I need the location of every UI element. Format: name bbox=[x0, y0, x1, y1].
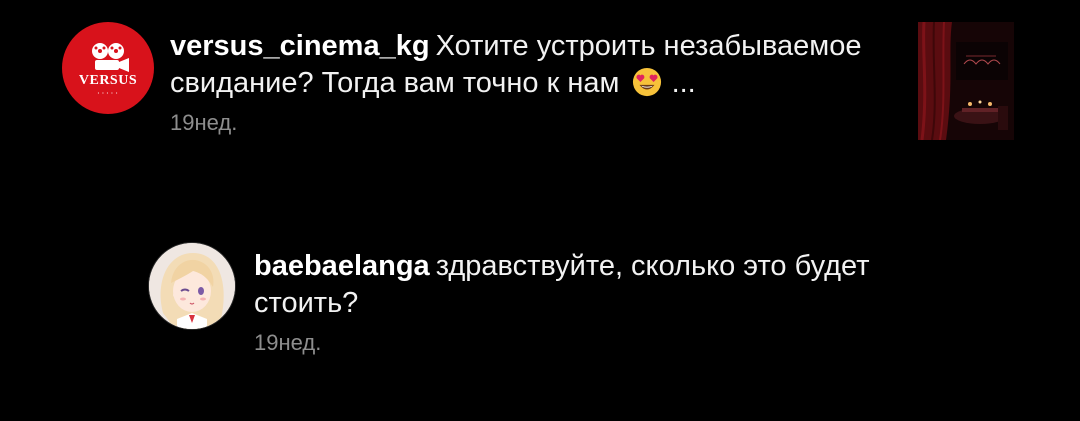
anime-girl-avatar-image bbox=[149, 243, 235, 329]
comment-time: 19нед. bbox=[170, 110, 238, 135]
comment-username[interactable]: baebaelanga bbox=[254, 250, 430, 282]
comment-body: baebaelanga здравствуйте, сколько это буд… bbox=[254, 242, 954, 356]
brand-wordmark: VERSUS bbox=[78, 72, 138, 88]
ellipsis[interactable]: ... bbox=[672, 67, 696, 99]
comment-text: baebaelanga здравствуйте, сколько это буд… bbox=[254, 248, 954, 322]
comment-versus: VERSUS • • • • • versus_cinema_kg Хотите … bbox=[62, 22, 1022, 136]
avatar[interactable]: VERSUS • • • • • bbox=[62, 22, 154, 114]
post-thumbnail[interactable] bbox=[918, 22, 1014, 140]
brand-subline: • • • • • bbox=[97, 89, 119, 95]
post-thumbnail-image bbox=[918, 22, 1014, 140]
comment-baebaelanga: baebaelanga здравствуйте, сколько это буд… bbox=[148, 242, 968, 356]
comment-username[interactable]: versus_cinema_kg bbox=[170, 30, 430, 62]
comment-text: versus_cinema_kg Хотите устроить незабыва… bbox=[170, 28, 870, 102]
comment-body: versus_cinema_kg Хотите устроить незабыва… bbox=[170, 22, 870, 136]
comment-time: 19нед. bbox=[254, 330, 322, 355]
avatar[interactable] bbox=[148, 242, 236, 330]
film-reel-icon bbox=[92, 42, 129, 72]
heart-eyes-emoji bbox=[632, 67, 661, 97]
